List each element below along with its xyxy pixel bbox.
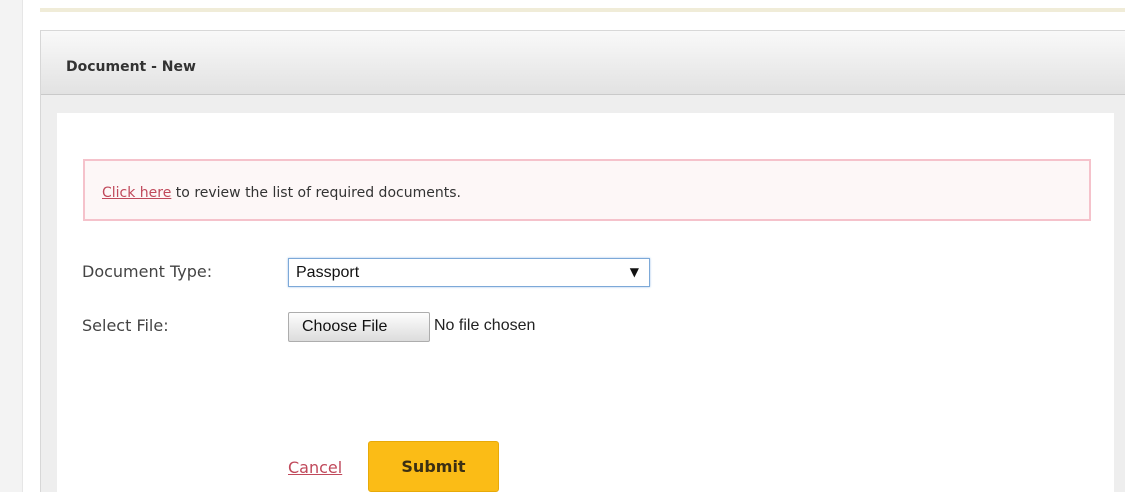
- choose-file-label: Choose File: [302, 318, 388, 335]
- cancel-link[interactable]: Cancel: [288, 459, 342, 477]
- panel-header: Document - New: [41, 30, 1125, 95]
- document-type-value: Passport: [296, 264, 360, 281]
- document-panel: Document - New Click here to review the …: [40, 30, 1125, 492]
- document-type-label: Document Type:: [82, 262, 213, 281]
- left-rail: [0, 0, 23, 492]
- required-docs-notice: Click here to review the list of require…: [83, 159, 1091, 221]
- choose-file-button[interactable]: Choose File: [288, 312, 430, 342]
- file-status: No file chosen: [434, 317, 536, 334]
- panel-body: Click here to review the list of require…: [57, 113, 1114, 492]
- select-file-label: Select File:: [82, 316, 169, 335]
- required-documents-link[interactable]: Click here: [102, 185, 171, 201]
- chevron-down-icon: ▼: [629, 265, 639, 279]
- document-type-select[interactable]: Passport ▼: [288, 258, 650, 287]
- notice-message: to review the list of required documents…: [171, 185, 461, 201]
- page-title: Document - New: [66, 59, 196, 75]
- submit-button[interactable]: Submit: [368, 441, 499, 492]
- submit-button-label: Submit: [401, 457, 466, 476]
- top-strip: [40, 8, 1125, 12]
- notice-text: Click here to review the list of require…: [102, 185, 461, 201]
